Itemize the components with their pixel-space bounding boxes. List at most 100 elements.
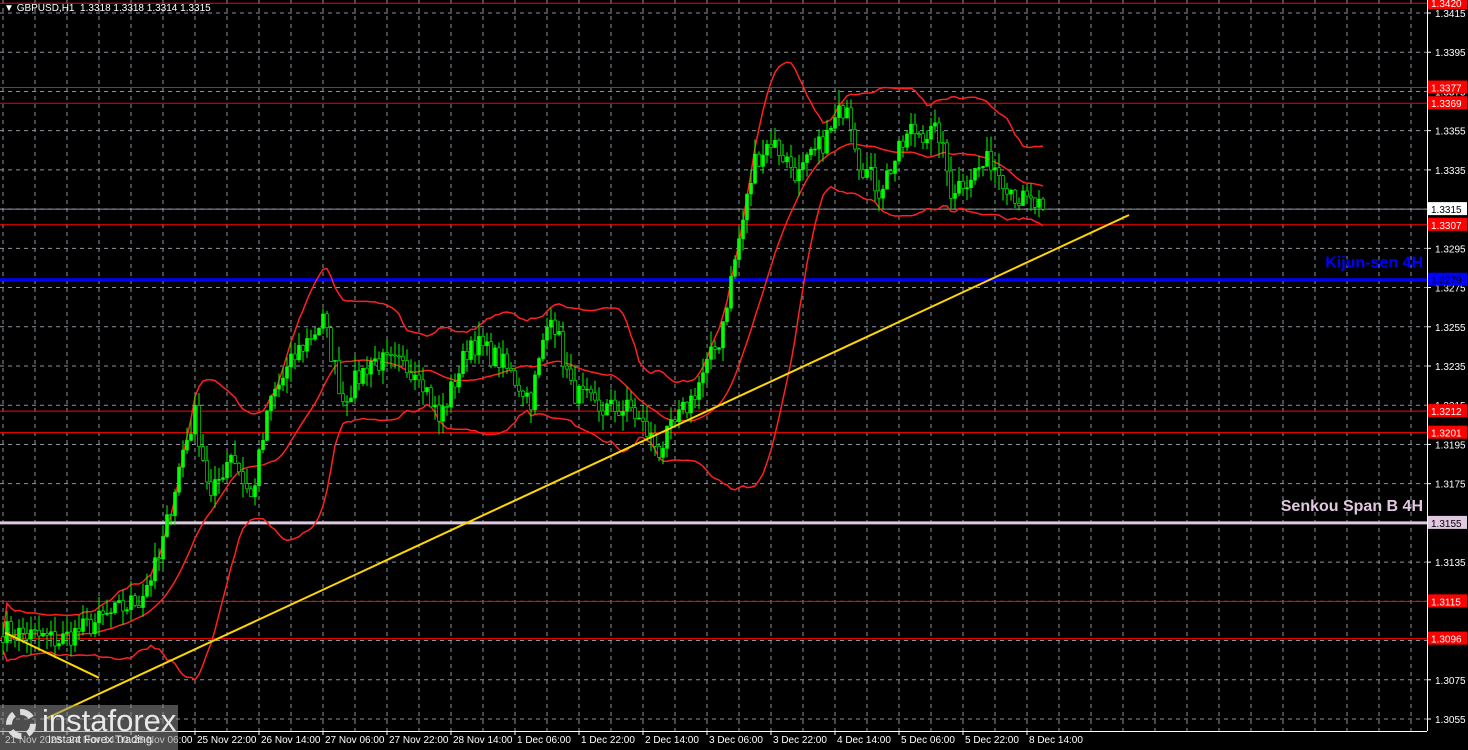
candle-body	[1033, 197, 1037, 208]
candle	[921, 125, 925, 150]
candle-body	[785, 156, 789, 163]
candle-body	[585, 388, 589, 391]
candle-body	[321, 313, 325, 329]
candle	[813, 138, 817, 156]
candle-body	[373, 358, 377, 362]
candle-body	[549, 319, 553, 328]
candle-body	[825, 129, 829, 154]
candle-body	[209, 481, 213, 496]
candle	[593, 380, 597, 404]
candle-body	[525, 392, 529, 397]
level-price-label: 1.3201	[1431, 429, 1462, 440]
candle	[901, 135, 905, 158]
candle-body	[973, 168, 977, 181]
y-tick-label: 1.3195	[1435, 440, 1466, 451]
candle	[473, 331, 477, 364]
candle	[309, 329, 313, 346]
candle	[381, 348, 385, 385]
candle-body	[153, 557, 157, 581]
candle-body	[805, 154, 809, 163]
candle	[89, 613, 93, 637]
candle	[85, 608, 89, 627]
candle	[513, 368, 517, 387]
candle	[977, 155, 981, 178]
candle-body	[421, 379, 425, 393]
candle-body	[445, 406, 449, 408]
candle-body	[133, 595, 137, 606]
candle-body	[93, 622, 97, 635]
candle	[57, 640, 61, 650]
candle-body	[961, 180, 965, 189]
price-chart[interactable]: 1.34151.33951.33751.33551.33351.32951.32…	[0, 0, 1468, 750]
candle-body	[921, 133, 925, 143]
candle-body	[1041, 198, 1045, 210]
candle-body	[5, 621, 9, 643]
candle	[325, 310, 329, 338]
candle	[461, 343, 465, 378]
candle-body	[689, 395, 693, 414]
candle-body	[337, 360, 341, 394]
candle	[801, 152, 805, 181]
candle	[525, 386, 529, 404]
candle	[521, 389, 525, 407]
candle-body	[301, 345, 305, 352]
candle-body	[977, 167, 981, 169]
candle	[529, 391, 533, 424]
level-annotation: Kijun-sen 4H	[1325, 255, 1423, 272]
candle-body	[693, 395, 697, 400]
candle-body	[873, 166, 877, 192]
candle-body	[425, 387, 429, 393]
candle-body	[885, 170, 889, 190]
candle-body	[37, 630, 41, 637]
x-tick-label: 8 Dec 14:00	[1029, 735, 1083, 746]
candle	[509, 362, 513, 373]
candle-body	[841, 105, 845, 119]
candle-body	[33, 629, 37, 632]
candle	[133, 593, 137, 608]
candle-body	[45, 633, 49, 636]
candle-body	[705, 359, 709, 374]
candle-body	[761, 154, 765, 167]
candle	[829, 125, 833, 134]
candle-body	[529, 392, 533, 411]
candle-body	[225, 462, 229, 479]
candle	[369, 357, 373, 388]
candle-body	[393, 354, 397, 357]
candle	[581, 372, 585, 404]
candle-body	[533, 374, 537, 411]
candle-body	[165, 514, 169, 537]
candle	[601, 401, 605, 430]
candle-body	[801, 162, 805, 170]
candle-body	[773, 139, 777, 148]
candle-body	[861, 169, 865, 178]
candle-body	[109, 612, 113, 614]
candle-body	[849, 107, 853, 130]
candle-body	[73, 628, 77, 646]
candle-body	[609, 399, 613, 405]
candle-body	[193, 405, 197, 435]
candle	[609, 388, 613, 412]
candle-body	[509, 368, 513, 371]
candle-body	[553, 319, 557, 335]
candle-body	[469, 340, 473, 360]
candle	[577, 384, 581, 409]
candle-body	[985, 151, 989, 167]
triangle-down-icon[interactable]: ▼	[4, 3, 17, 14]
level-price-label: 1.3420	[1431, 0, 1462, 10]
candle-body	[141, 595, 145, 608]
candle	[197, 392, 201, 457]
candle	[857, 147, 861, 180]
candle	[817, 129, 821, 165]
candle-body	[205, 460, 209, 483]
candle-body	[581, 385, 585, 390]
candle	[573, 364, 577, 404]
candle-body	[637, 417, 641, 420]
candle-body	[645, 420, 649, 437]
candle	[985, 136, 989, 167]
candle	[241, 456, 245, 498]
candle-body	[633, 407, 637, 419]
candle-body	[969, 179, 973, 188]
candle-body	[593, 392, 597, 401]
x-tick-label: 1 Dec 06:00	[517, 735, 571, 746]
candle	[933, 109, 937, 133]
